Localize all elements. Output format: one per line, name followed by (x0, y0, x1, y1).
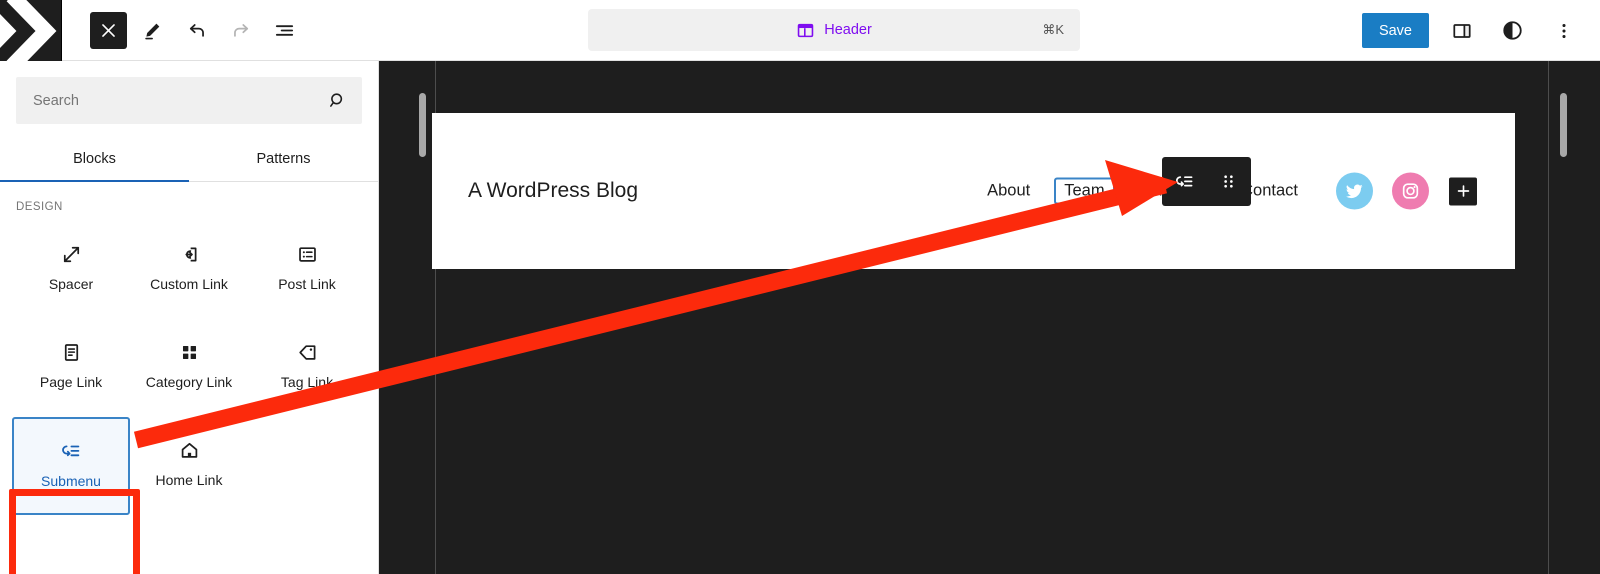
block-label: Spacer (48, 276, 94, 292)
edit-mode-button[interactable] (134, 12, 171, 49)
floating-block-toolbar (1162, 157, 1251, 206)
block-item-home-link[interactable]: Home Link (130, 417, 248, 515)
canvas-right-edge (1548, 61, 1549, 574)
block-item-custom-link[interactable]: Custom Link (130, 221, 248, 319)
block-label: Home Link (155, 472, 223, 488)
submenu-icon (59, 433, 83, 469)
site-header-block[interactable]: A WordPress Blog About Team Portfolio Co… (432, 113, 1515, 269)
social-links-block (1336, 172, 1429, 210)
search-input[interactable] (16, 77, 362, 124)
inserter-tabs: Blocks Patterns (0, 140, 378, 182)
block-item-category-link[interactable]: Category Link (130, 319, 248, 417)
close-editor-button[interactable] (90, 11, 127, 49)
category-grid-icon (178, 334, 201, 370)
save-button[interactable]: Save (1361, 13, 1429, 48)
list-view-button[interactable] (266, 12, 303, 49)
wordpress-site-editor: Header ⌘K Save Search Blocks Patterns DE… (0, 0, 1600, 574)
block-label: Post Link (278, 276, 336, 292)
block-label: Page Link (39, 374, 103, 390)
block-label: Category Link (145, 374, 233, 390)
search-icon (327, 90, 348, 111)
post-link-list-icon (296, 236, 319, 272)
editor-top-bar: Header ⌘K Save (0, 0, 1600, 61)
tab-blocks[interactable]: Blocks (0, 140, 189, 182)
block-inserter-sidebar: Blocks Patterns DESIGN Spacer (0, 61, 379, 574)
block-item-tag-link[interactable]: Tag Link (248, 319, 366, 417)
block-item-page-link[interactable]: Page Link (12, 319, 130, 417)
block-grid: Spacer Custom Link Post Link Page Link C… (0, 213, 378, 515)
toolbar-submenu-icon-button[interactable] (1166, 161, 1203, 202)
block-label: Custom Link (150, 276, 228, 292)
redo-button[interactable] (222, 12, 259, 49)
header-template-icon (796, 21, 815, 40)
block-item-post-link[interactable]: Post Link (248, 221, 366, 319)
undo-button[interactable] (178, 12, 215, 49)
site-title[interactable]: A WordPress Blog (468, 179, 638, 203)
add-block-button[interactable] (1449, 177, 1477, 205)
document-bar-shortcut: ⌘K (1042, 22, 1064, 37)
settings-sidebar-toggle-button[interactable] (1443, 12, 1480, 49)
wordpress-logo[interactable] (0, 0, 62, 61)
top-bar-right-tools: Save (1361, 0, 1582, 61)
spacer-resize-icon (60, 236, 83, 272)
block-item-spacer[interactable]: Spacer (12, 221, 130, 319)
document-bar[interactable]: Header ⌘K (588, 9, 1080, 51)
top-bar-left-tools (62, 11, 303, 49)
canvas-scrollbar-left[interactable] (419, 93, 426, 157)
search-wrapper (0, 61, 378, 124)
social-link-twitter[interactable] (1336, 172, 1373, 210)
document-title: Header (824, 22, 872, 38)
search-box[interactable] (16, 77, 362, 124)
section-title-design: DESIGN (16, 201, 63, 213)
tab-patterns[interactable]: Patterns (189, 140, 378, 181)
page-link-document-icon (60, 334, 83, 370)
block-item-submenu[interactable]: Submenu (12, 417, 130, 515)
more-options-button[interactable] (1545, 12, 1582, 49)
tag-label-icon (296, 334, 319, 370)
block-label: Submenu (41, 473, 101, 489)
custom-link-icon (178, 236, 201, 272)
document-bar-wrapper: Header ⌘K (588, 9, 1080, 51)
nav-item-team[interactable]: Team (1054, 177, 1115, 205)
toolbar-drag-handle-button[interactable] (1210, 161, 1247, 202)
social-link-instagram[interactable] (1392, 172, 1429, 210)
styles-contrast-button[interactable] (1494, 12, 1531, 49)
canvas-scrollbar-right[interactable] (1560, 93, 1567, 157)
block-label: Tag Link (280, 374, 334, 390)
home-house-icon (178, 432, 201, 468)
nav-item-about[interactable]: About (977, 178, 1040, 205)
editor-canvas: A WordPress Blog About Team Portfolio Co… (379, 61, 1600, 574)
